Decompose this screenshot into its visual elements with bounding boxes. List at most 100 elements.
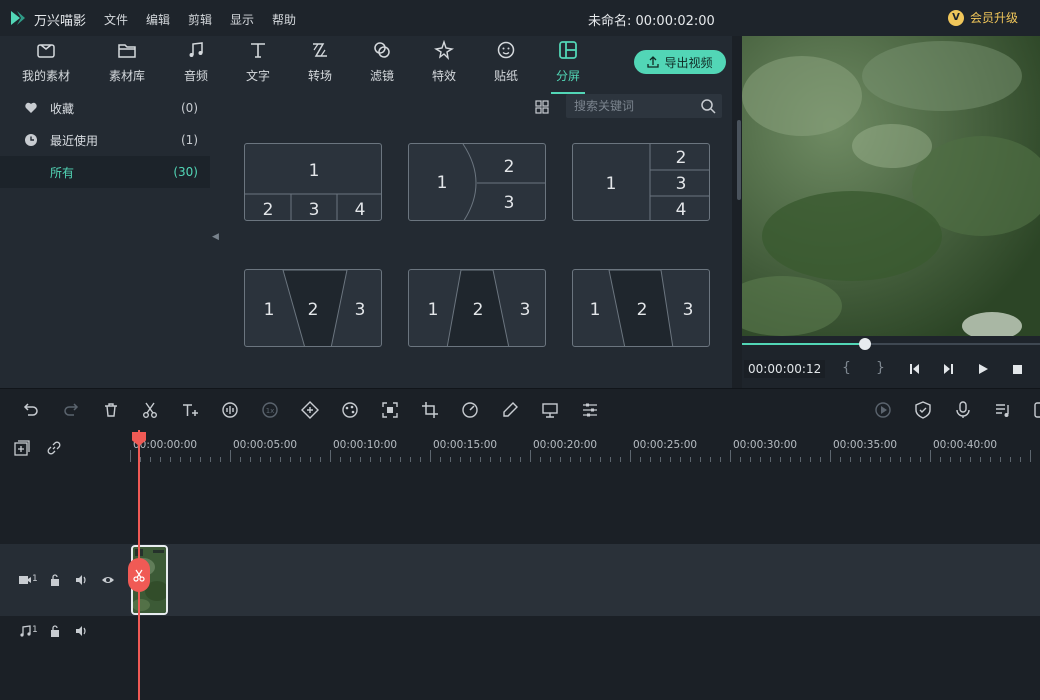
split-label: 2: [676, 148, 687, 168]
delete-icon[interactable]: [102, 401, 120, 419]
heart-icon: [25, 102, 37, 113]
more-tools-icon[interactable]: [1034, 401, 1040, 419]
green-screen-icon[interactable]: [541, 401, 559, 419]
split-layout-graphic: 1 2 3: [437, 144, 545, 220]
category-count: (30): [173, 165, 198, 179]
tab-sticker[interactable]: 贴纸: [475, 40, 537, 92]
split-label: 3: [309, 200, 320, 220]
music-list-icon[interactable]: [994, 401, 1012, 419]
menu-edit[interactable]: 编辑: [146, 11, 170, 28]
eye-icon[interactable]: [101, 573, 115, 587]
menu-file[interactable]: 文件: [104, 11, 128, 28]
ruler-label: 00:00:05:00: [233, 439, 298, 451]
video-preview[interactable]: [742, 36, 1040, 336]
category-label: 收藏: [50, 101, 75, 116]
split-template-6[interactable]: 1 2 3: [572, 269, 710, 347]
audio-track-icon: [20, 625, 31, 637]
play-icon[interactable]: [976, 362, 990, 376]
menu-view[interactable]: 显示: [230, 11, 254, 28]
timeline[interactable]: 00:00:00:00 00:00:05:00 00:00:10:00 00:0…: [0, 430, 1040, 700]
lock-icon[interactable]: [48, 573, 62, 587]
category-all[interactable]: 所有 (30): [0, 156, 210, 188]
volume-icon[interactable]: [74, 573, 88, 587]
adjust-icon[interactable]: [581, 401, 599, 419]
tab-split-screen[interactable]: 分屏: [537, 40, 599, 94]
grid-view-icon[interactable]: [535, 100, 549, 114]
lock-icon[interactable]: [48, 624, 62, 638]
mark-in-button[interactable]: {: [842, 360, 851, 376]
keyframe-icon[interactable]: [301, 401, 319, 419]
svg-text:1x: 1x: [266, 407, 275, 415]
preview-frame-image: [742, 36, 1040, 336]
speed-icon[interactable]: 1x: [261, 401, 279, 419]
split-label: 2: [308, 300, 319, 320]
mark-out-button[interactable]: }: [876, 360, 885, 376]
split-template-4[interactable]: 1 2 3: [244, 269, 382, 347]
split-label: 1: [590, 300, 601, 320]
category-count: (1): [181, 133, 198, 147]
split-label: 1: [428, 300, 439, 320]
video-track-header: 1: [0, 544, 130, 616]
collapse-panel-arrow-icon[interactable]: ◀: [212, 232, 219, 242]
tab-my-media[interactable]: 我的素材: [15, 40, 77, 92]
split-layout-graphic: 1 2 3 4: [245, 161, 381, 220]
export-video-button[interactable]: 导出视频: [634, 50, 726, 74]
next-frame-icon[interactable]: [942, 362, 956, 376]
split-clip-button[interactable]: [128, 558, 150, 592]
render-icon[interactable]: [874, 401, 892, 419]
link-icon[interactable]: [46, 440, 62, 456]
seek-progress: [742, 343, 865, 345]
tab-label: 文字: [245, 69, 270, 83]
redo-icon[interactable]: [62, 401, 80, 419]
split-screen-icon: [559, 41, 577, 59]
preview-seek-bar[interactable]: [742, 336, 1040, 352]
speedometer-icon[interactable]: [461, 401, 479, 419]
category-favorites[interactable]: 收藏 (0): [0, 92, 210, 124]
split-template-3[interactable]: 1 2 3 4: [572, 143, 710, 221]
add-track-icon[interactable]: [14, 440, 30, 456]
stop-icon[interactable]: [1010, 362, 1024, 376]
empty-track-area[interactable]: [0, 466, 1040, 542]
ruler-label: 00:00:15:00: [433, 439, 498, 451]
audio-track[interactable]: 1: [0, 618, 1040, 670]
microphone-icon[interactable]: [954, 401, 972, 419]
crop-icon[interactable]: [421, 401, 439, 419]
split-label: 1: [437, 173, 448, 193]
time-ruler[interactable]: 00:00:00:00 00:00:05:00 00:00:10:00 00:0…: [130, 430, 1040, 464]
volume-icon[interactable]: [74, 624, 88, 638]
ruler-label: 00:00:20:00: [533, 439, 598, 451]
color-icon[interactable]: [341, 401, 359, 419]
tab-label: 贴纸: [493, 69, 518, 83]
vip-upgrade-button[interactable]: V 会员升级: [948, 9, 1018, 26]
tab-audio[interactable]: 音频: [165, 40, 227, 92]
undo-icon[interactable]: [22, 401, 40, 419]
tab-filter[interactable]: 滤镜: [351, 40, 413, 92]
tab-label: 滤镜: [369, 69, 394, 83]
prev-frame-icon[interactable]: [907, 362, 921, 376]
search-icon[interactable]: [700, 98, 716, 114]
split-template-2[interactable]: 1 2 3: [408, 143, 546, 221]
crop-fit-icon[interactable]: [381, 401, 399, 419]
tab-transition[interactable]: 转场: [289, 40, 351, 92]
split-label: 3: [683, 300, 694, 320]
split-template-1[interactable]: 1 2 3 4: [244, 143, 382, 221]
menu-bar: 万兴喵影 文件 编辑 剪辑 显示 帮助 未命名: 00:00:02:00 V 会…: [0, 0, 1040, 36]
shield-icon[interactable]: [914, 401, 932, 419]
audio-wave-icon[interactable]: [221, 401, 239, 419]
ruler-label: 00:00:10:00: [333, 439, 398, 451]
seek-thumb[interactable]: [859, 338, 872, 350]
tab-effects[interactable]: 特效: [413, 40, 475, 92]
tab-stock-library[interactable]: 素材库: [96, 40, 158, 92]
category-recent[interactable]: 最近使用 (1): [0, 124, 210, 156]
cut-icon[interactable]: [141, 401, 159, 419]
tab-text[interactable]: 文字: [227, 40, 289, 92]
menu-help[interactable]: 帮助: [272, 11, 296, 28]
split-template-5[interactable]: 1 2 3: [408, 269, 546, 347]
search-input[interactable]: [574, 98, 694, 114]
add-text-icon[interactable]: [181, 401, 199, 419]
panel-scrollbar[interactable]: [737, 120, 741, 200]
ruler-label: 00:00:35:00: [833, 439, 898, 451]
menu-clip[interactable]: 剪辑: [188, 11, 212, 28]
folder-icon: [118, 44, 136, 58]
color-picker-icon[interactable]: [501, 401, 519, 419]
